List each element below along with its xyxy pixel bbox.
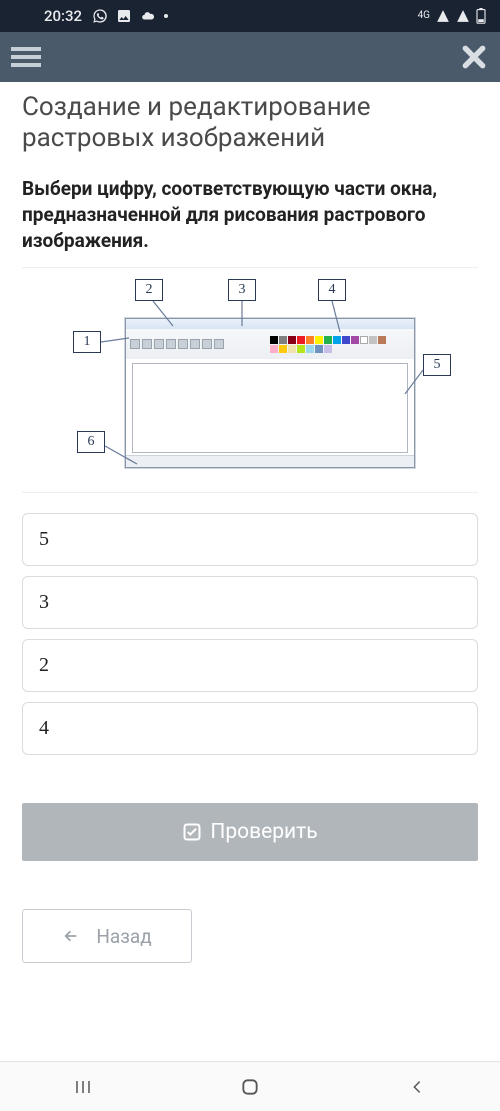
diagram-container: 1 2 3 4 5 6 bbox=[22, 267, 478, 493]
main-content: Создание и редактирование растровых изоб… bbox=[0, 82, 500, 963]
paint-diagram: 1 2 3 4 5 6 bbox=[45, 276, 455, 486]
close-icon bbox=[461, 44, 487, 70]
diagram-label-2: 2 bbox=[135, 279, 163, 301]
back-icon bbox=[409, 1077, 425, 1097]
app-header bbox=[0, 32, 500, 82]
close-button[interactable] bbox=[454, 37, 494, 77]
check-button-label: Проверить bbox=[210, 820, 317, 844]
battery-icon bbox=[476, 8, 486, 24]
check-button[interactable]: Проверить bbox=[22, 803, 478, 861]
diagram-label-5: 5 bbox=[423, 354, 451, 376]
diagram-label-1: 1 bbox=[73, 331, 101, 353]
status-time: 20:32 bbox=[44, 7, 82, 25]
diagram-label-4: 4 bbox=[318, 279, 346, 301]
option-5[interactable]: 5 bbox=[22, 513, 478, 566]
cloud-icon bbox=[140, 9, 156, 23]
menu-button[interactable] bbox=[6, 37, 46, 77]
status-left-icons bbox=[92, 8, 168, 24]
option-4[interactable]: 4 bbox=[22, 702, 478, 755]
hamburger-icon bbox=[11, 45, 41, 69]
back-button-label: Назад bbox=[96, 925, 151, 948]
signal-icon-2 bbox=[456, 9, 470, 23]
network-type: 4G bbox=[418, 11, 430, 21]
paint-window-illustration bbox=[125, 318, 415, 468]
status-right-icons: 4G bbox=[418, 8, 486, 24]
recents-icon bbox=[72, 1078, 94, 1096]
whatsapp-icon bbox=[92, 8, 108, 24]
nav-recents[interactable] bbox=[68, 1072, 98, 1102]
android-status-bar: 20:32 4G bbox=[0, 0, 500, 32]
answer-options: 5 3 2 4 bbox=[22, 513, 478, 755]
nav-home[interactable] bbox=[235, 1072, 265, 1102]
check-icon bbox=[182, 822, 202, 842]
back-button[interactable]: Назад bbox=[22, 909, 192, 963]
signal-icon bbox=[436, 9, 450, 23]
android-nav-bar bbox=[0, 1061, 500, 1111]
diagram-label-6: 6 bbox=[77, 431, 105, 453]
option-3[interactable]: 3 bbox=[22, 576, 478, 629]
image-icon bbox=[116, 8, 132, 24]
page-title: Создание и редактирование растровых изоб… bbox=[22, 92, 478, 154]
option-2[interactable]: 2 bbox=[22, 639, 478, 692]
dot-icon bbox=[164, 14, 168, 18]
diagram-label-3: 3 bbox=[228, 279, 256, 301]
arrow-left-icon bbox=[62, 928, 80, 944]
question-text: Выбери цифру, соответствующую части окна… bbox=[22, 176, 478, 253]
nav-back[interactable] bbox=[402, 1072, 432, 1102]
home-icon bbox=[240, 1077, 260, 1097]
